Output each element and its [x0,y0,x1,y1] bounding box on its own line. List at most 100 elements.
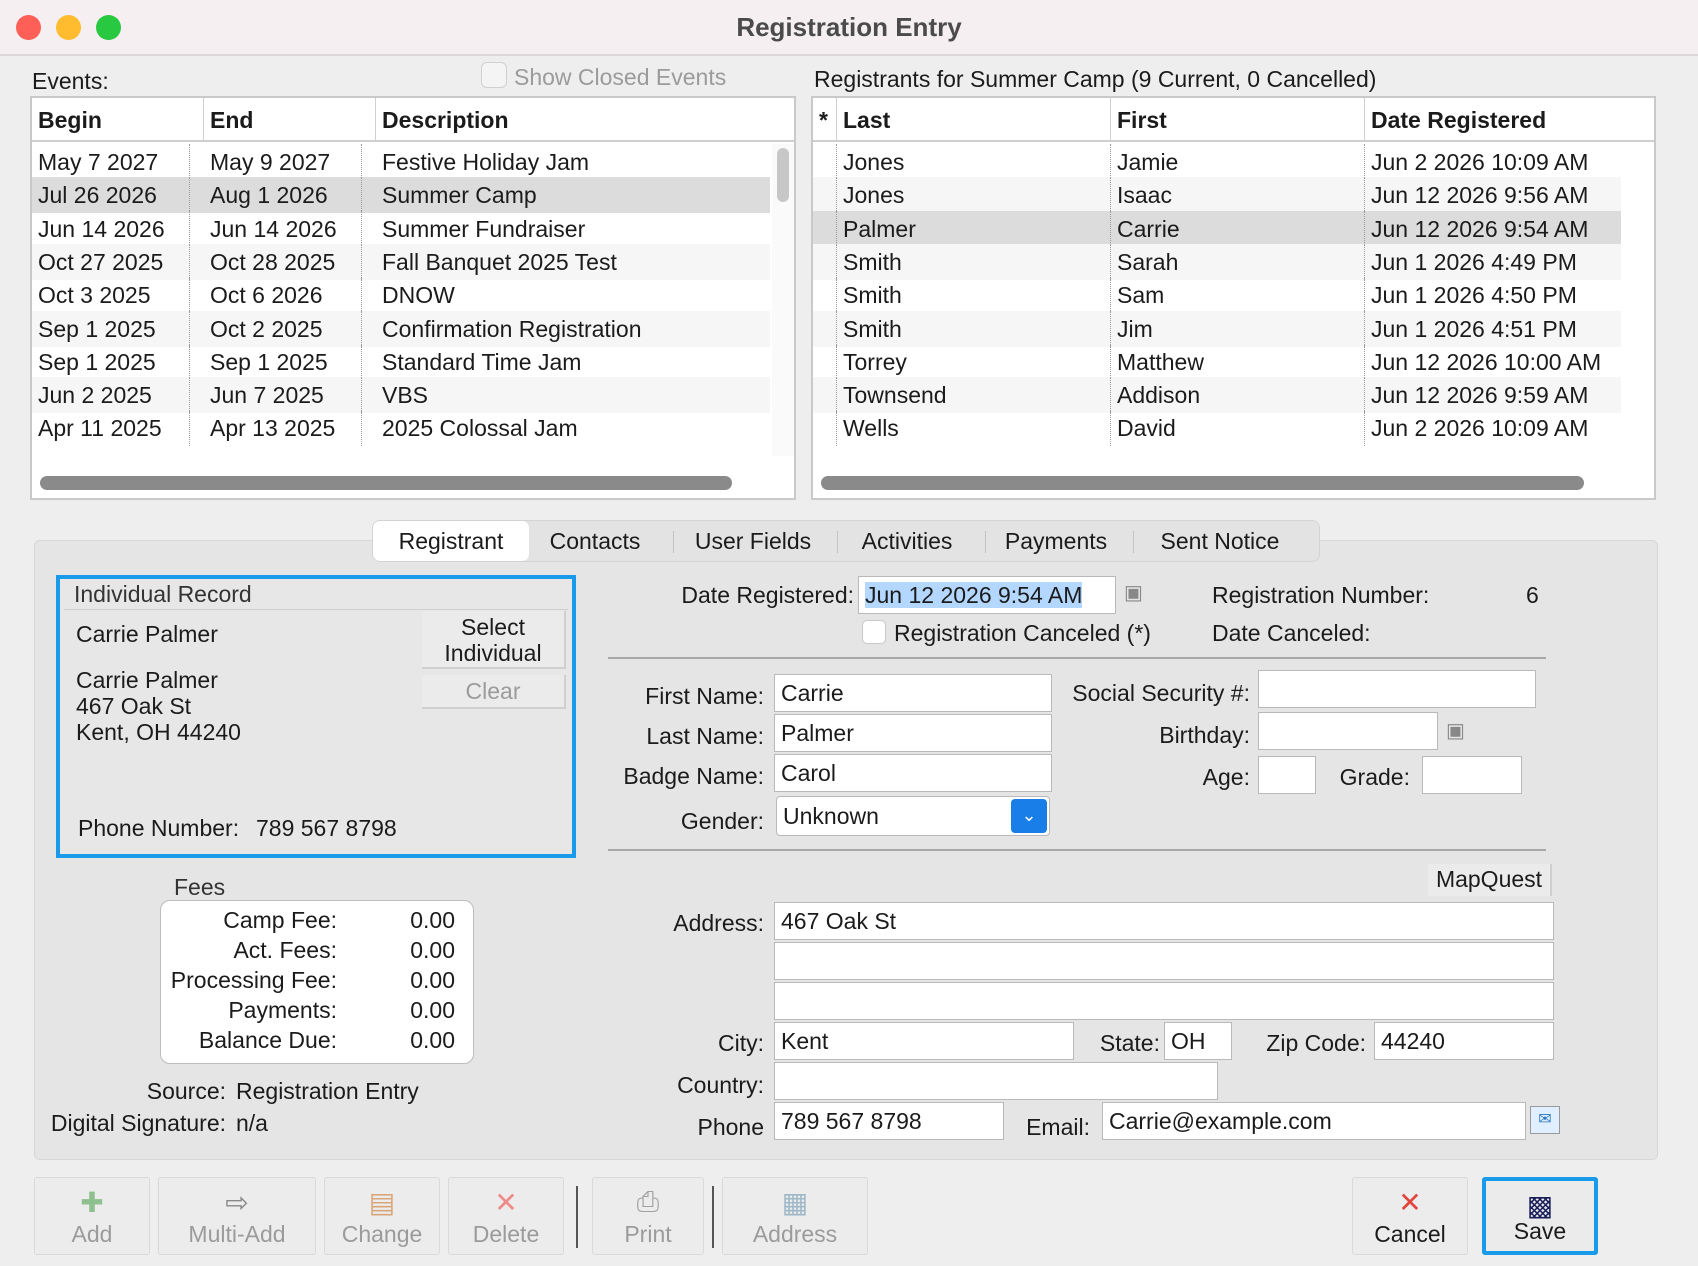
show-closed-events-checkbox[interactable] [481,62,507,88]
select-individual-button[interactable]: Select Individual [422,611,566,669]
registrant-first: Isaac [1111,177,1365,214]
event-row[interactable]: Oct 27 2025 Oct 28 2025 Fall Banquet 2025 … [32,243,770,280]
event-end: Oct 2 2025 [204,310,362,347]
badge-name-field[interactable]: Carol [774,754,1052,792]
tab-payments[interactable]: Payments [991,521,1121,561]
section-divider [608,849,1546,851]
first-name-field[interactable]: Carrie [774,674,1052,712]
birthday-field[interactable] [1258,712,1438,750]
registrants-table[interactable]: * Last First Date Registered Jones Jamie J… [811,96,1656,500]
address-label: Address: [673,910,764,936]
mapquest-button[interactable]: MapQuest [1428,864,1552,896]
column-date-registered[interactable]: Date Registered [1365,98,1654,142]
events-horizontal-scroll-thumb[interactable] [40,476,732,490]
individual-divider [64,609,568,610]
column-begin[interactable]: Begin [32,98,204,142]
registrant-date: Jun 1 2026 4:50 PM [1365,277,1654,313]
address-button[interactable]: ▦ Address [722,1177,868,1255]
event-row[interactable]: Jun 14 2026 Jun 14 2026 Summer Fundraiser [32,210,770,247]
address-line2-field[interactable] [774,942,1554,980]
title-bar: Registration Entry [0,0,1698,56]
events-table[interactable]: Begin End Description May 7 2027 May 9 20… [30,96,796,500]
state-field[interactable]: OH [1164,1022,1232,1060]
tab-registrant[interactable]: Registrant [373,521,529,561]
registrant-flag [813,343,837,380]
multi-add-icon: ⇨ [225,1187,249,1218]
event-end: May 9 2027 [204,144,362,180]
column-last[interactable]: Last [837,98,1111,142]
column-first[interactable]: First [1111,98,1365,142]
calendar-icon[interactable]: ▣ [1446,718,1476,744]
tab-user-fields[interactable]: User Fields [677,521,829,561]
registrant-row[interactable]: Wells David Jun 2 2026 10:09 AM [813,410,1621,447]
event-row[interactable]: Jul 26 2026 Aug 1 2026 Summer Camp [32,177,770,214]
tab-divider [985,531,986,553]
individual-name: Carrie Palmer [76,621,218,647]
registration-entry-window: Registration Entry Events: Show Closed E… [0,0,1698,1266]
country-label: Country: [677,1072,764,1098]
print-button-label: Print [624,1221,672,1247]
save-button[interactable]: ▩ Save [1482,1177,1598,1255]
cancel-button-label: Cancel [1374,1221,1446,1247]
age-field[interactable] [1258,756,1316,794]
address-line1-field[interactable]: 467 Oak St [774,902,1554,940]
address-line3-field[interactable] [774,982,1554,1020]
email-field[interactable]: Carrie@example.com [1102,1102,1526,1140]
age-label: Age: [1202,764,1250,790]
registrant-last: Palmer [837,210,1111,247]
add-button[interactable]: ✚ Add [34,1177,150,1255]
ssn-label: Social Security #: [1072,680,1250,706]
delete-button-label: Delete [472,1221,540,1247]
email-icon[interactable]: ✉ [1530,1106,1560,1134]
event-row[interactable]: May 7 2027 May 9 2027 Festive Holiday Jam [32,144,770,180]
registrant-row[interactable]: Smith Sarah Jun 1 2026 4:49 PM [813,243,1621,280]
registrant-row[interactable]: Palmer Carrie Jun 12 2026 9:54 AM [813,210,1621,247]
dropdown-chevron-icon[interactable]: ⌄ [1011,799,1047,833]
registrant-row[interactable]: Smith Jim Jun 1 2026 4:51 PM [813,310,1621,347]
multi-add-button[interactable]: ⇨ Multi-Add [158,1177,316,1255]
events-vertical-scrollbar[interactable] [772,144,794,456]
gender-select[interactable]: Unknown ⌄ [776,796,1050,836]
registrant-row[interactable]: Smith Sam Jun 1 2026 4:50 PM [813,277,1621,314]
window-title: Registration Entry [736,12,962,42]
clear-individual-button[interactable]: Clear [422,675,566,709]
registration-canceled-checkbox[interactable] [862,620,886,644]
column-description[interactable]: Description [376,98,794,142]
tab-sent-notice[interactable]: Sent Notice [1137,521,1303,561]
registrant-flag [813,210,837,247]
registration-canceled-label: Registration Canceled (*) [894,620,1151,646]
individual-record-title: Individual Record [74,581,252,607]
event-row[interactable]: Jun 2 2025 Jun 7 2025 VBS [32,377,770,414]
registrant-row[interactable]: Jones Jamie Jun 2 2026 10:09 AM [813,144,1621,180]
last-name-field[interactable]: Palmer [774,714,1052,752]
print-button[interactable]: ⎙ Print [592,1177,704,1255]
registrant-row[interactable]: Townsend Addison Jun 12 2026 9:59 AM [813,377,1621,414]
registrant-row[interactable]: Torrey Matthew Jun 12 2026 10:00 AM [813,343,1621,380]
event-row[interactable]: Apr 11 2025 Apr 13 2025 2025 Colossal Jam [32,410,770,447]
last-name-label: Last Name: [646,723,764,749]
column-end[interactable]: End [204,98,376,142]
calendar-icon[interactable]: ▣ [1124,580,1154,606]
column-cancel-flag[interactable]: * [813,98,837,142]
tab-activities[interactable]: Activities [843,521,971,561]
section-divider [608,657,1546,659]
event-row[interactable]: Sep 1 2025 Oct 2 2025 Confirmation Registr… [32,310,770,347]
registrant-row[interactable]: Jones Isaac Jun 12 2026 9:56 AM [813,177,1621,214]
ssn-field[interactable] [1258,670,1536,708]
city-field[interactable]: Kent [774,1022,1074,1060]
event-description: Festive Holiday Jam [382,149,590,175]
registrants-horizontal-scroll-thumb[interactable] [821,476,1584,490]
change-button[interactable]: ▤ Change [324,1177,440,1255]
date-registered-field[interactable]: Jun 12 2026 9:54 AM [858,576,1116,614]
events-vertical-scroll-thumb[interactable] [777,148,789,202]
phone-field[interactable]: 789 567 8798 [774,1102,1004,1140]
grade-field[interactable] [1422,756,1522,794]
tab-contacts[interactable]: Contacts [533,521,657,561]
event-row[interactable]: Oct 3 2025 Oct 6 2026 DNOW [32,277,770,314]
event-row[interactable]: Sep 1 2025 Sep 1 2025 Standard Time Jam [32,343,770,380]
zip-code-field[interactable]: 44240 [1374,1022,1554,1060]
delete-button[interactable]: ✕ Delete [448,1177,564,1255]
date-registered-label: Date Registered: [681,582,854,608]
cancel-button[interactable]: ✕ Cancel [1352,1177,1468,1255]
country-field[interactable] [774,1062,1218,1100]
